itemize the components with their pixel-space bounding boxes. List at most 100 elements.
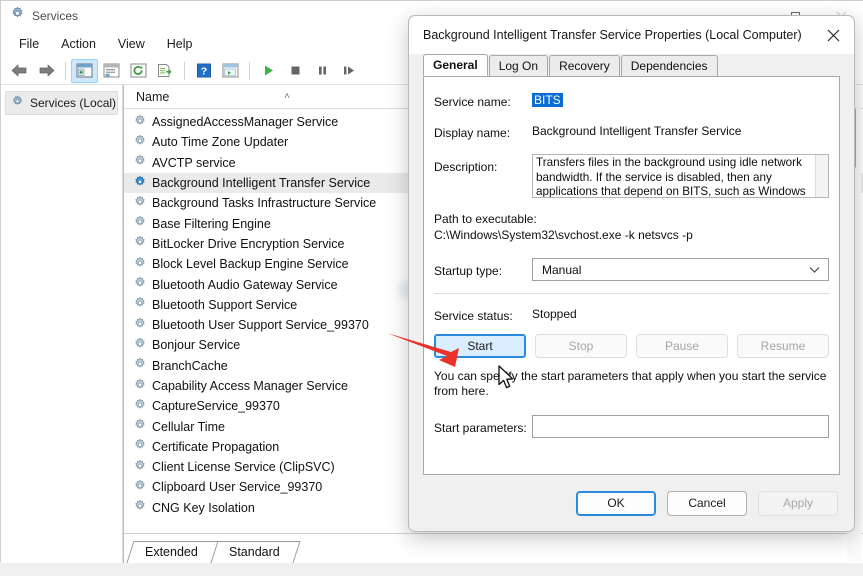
service-gear-icon [133,398,147,415]
properties-icon[interactable] [98,59,125,83]
back-icon[interactable] [6,59,33,83]
service-gear-icon [133,235,147,252]
list-item-label: Certificate Propagation [152,440,279,454]
path-to-executable-label: Path to executable: [424,212,839,226]
services-gear-icon [10,6,25,26]
stop-service-icon[interactable] [282,59,309,83]
description-row: Description: Transfers files in the back… [424,154,839,198]
list-item-label: Bluetooth Support Service [152,298,297,312]
show-hide-console-tree-icon[interactable] [71,59,98,83]
pause-button: Pause [636,334,728,358]
tab-log-on[interactable]: Log On [489,55,548,76]
list-item-label: Auto Time Zone Updater [152,135,288,149]
list-item-label: Background Intelligent Transfer Service [152,176,370,190]
show-hide-action-pane-icon[interactable] [217,59,244,83]
service-gear-icon [133,438,147,455]
console-tree-pane: Services (Local) [1,85,123,563]
view-tab-bar: Extended Standard [124,533,863,563]
service-properties-dialog: Background Intelligent Transfer Service … [408,15,855,532]
menu-file[interactable]: File [9,34,49,54]
list-item-label: CaptureService_99370 [152,399,280,413]
dialog-tab-bar: General Log On Recovery Dependencies [409,54,854,76]
start-parameters-input[interactable] [532,415,829,438]
list-item-label: BitLocker Drive Encryption Service [152,237,344,251]
start-parameters-row: Start parameters: [424,415,839,438]
service-gear-icon [133,357,147,374]
service-gear-icon [133,296,147,313]
list-item-label: Block Level Backup Engine Service [152,257,349,271]
list-item-label: CNG Key Isolation [152,501,255,515]
sidebar-item-services-local[interactable]: Services (Local) [5,91,118,115]
service-gear-icon [133,479,147,496]
display-name-label: Display name: [434,124,532,140]
tab-general[interactable]: General [423,54,488,76]
tab-standard[interactable]: Standard [210,541,299,563]
service-control-buttons: Start Stop Pause Resume [424,334,839,358]
service-gear-icon [133,154,147,171]
list-item-label: Client License Service (ClipSVC) [152,460,335,474]
startup-type-value: Manual [542,263,581,277]
service-gear-icon [133,134,147,151]
service-gear-icon [133,114,147,131]
service-name-row: Service name: BITS [424,93,839,109]
description-textarea[interactable]: Transfers files in the background using … [532,154,829,198]
list-item-label: AVCTP service [152,156,236,170]
dialog-close-icon[interactable] [812,16,854,54]
dialog-title: Background Intelligent Transfer Service … [409,28,802,42]
service-gear-icon [133,378,147,395]
start-button[interactable]: Start [434,334,526,358]
list-item-label: Background Tasks Infrastructure Service [152,196,376,210]
service-gear-icon [133,215,147,232]
svg-text:?: ? [200,66,206,78]
display-name-value: Background Intelligent Transfer Service [532,124,741,138]
pause-service-icon[interactable] [309,59,336,83]
list-item-label: BranchCache [152,359,228,373]
help-icon[interactable]: ? [190,59,217,83]
start-service-icon[interactable] [255,59,282,83]
tab-recovery[interactable]: Recovery [549,55,620,76]
chevron-down-icon [809,263,820,277]
service-gear-icon [133,418,147,435]
tab-extended[interactable]: Extended [126,541,217,563]
services-local-gear-icon [11,95,24,111]
stop-button: Stop [535,334,627,358]
display-name-row: Display name: Background Intelligent Tra… [424,124,839,140]
start-parameters-label: Start parameters: [434,419,532,435]
refresh-icon[interactable] [125,59,152,83]
list-item-label: Cellular Time [152,420,225,434]
list-item-label: Base Filtering Engine [152,217,271,231]
service-status-value: Stopped [532,307,577,321]
description-scrollbar[interactable] [815,155,828,197]
description-text: Transfers files in the background using … [536,156,825,198]
general-tab-panel: Service name: BITS Display name: Backgro… [423,76,840,475]
forward-icon[interactable] [33,59,60,83]
list-item-label: Bluetooth User Support Service_99370 [152,318,369,332]
menu-view[interactable]: View [108,34,155,54]
description-label: Description: [434,154,532,174]
path-to-executable-value: C:\Windows\System32\svchost.exe -k netsv… [424,228,839,242]
dialog-titlebar: Background Intelligent Transfer Service … [409,16,854,54]
menu-action[interactable]: Action [51,34,106,54]
service-gear-icon [133,195,147,212]
list-item-label: Capability Access Manager Service [152,379,348,393]
apply-button: Apply [758,491,838,516]
ok-button[interactable]: OK [576,491,656,516]
export-list-icon[interactable] [152,59,179,83]
tab-dependencies[interactable]: Dependencies [621,55,718,76]
service-gear-icon [133,256,147,273]
service-gear-icon [133,175,147,192]
service-name-label: Service name: [434,93,532,109]
service-status-row: Service status: Stopped [424,307,839,323]
service-gear-icon [133,337,147,354]
service-gear-icon [133,276,147,293]
screenshot-root: Services File Action View Help [0,0,863,576]
menu-help[interactable]: Help [157,34,203,54]
resume-button: Resume [737,334,829,358]
service-name-selected-text[interactable]: BITS [532,93,563,107]
toolbar-separator-3 [249,62,250,80]
list-item-label: Bluetooth Audio Gateway Service [152,278,338,292]
startup-type-dropdown[interactable]: Manual [532,258,829,281]
cancel-button[interactable]: Cancel [667,491,747,516]
restart-service-icon[interactable] [336,59,363,83]
services-window-title: Services [32,9,78,23]
